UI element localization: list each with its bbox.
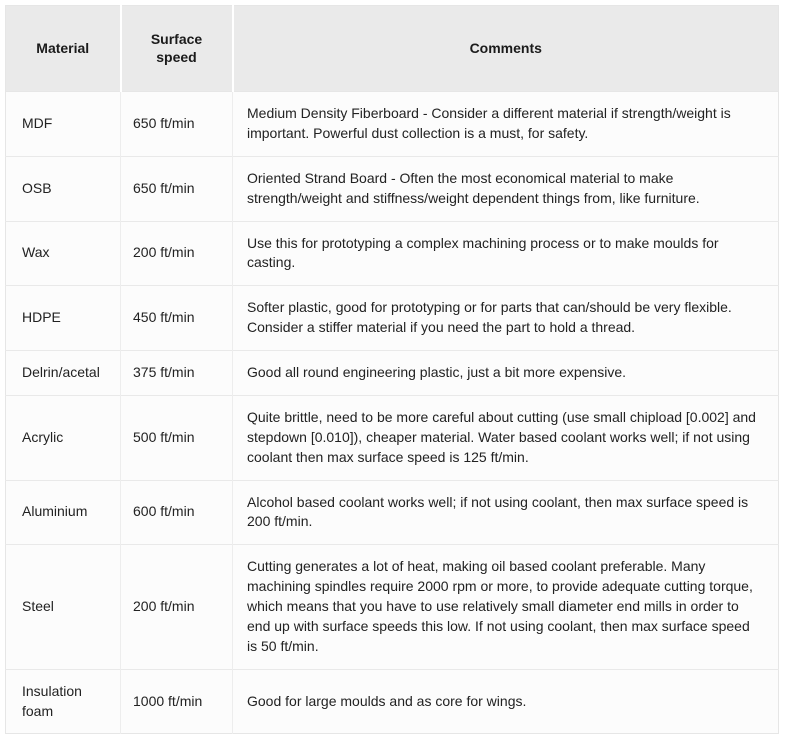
cell-surface-speed: 500 ft/min [120, 394, 233, 480]
column-header-surface-speed-line2: speed [156, 48, 197, 65]
column-header-material: Material [5, 5, 122, 92]
cell-material: MDF [5, 91, 121, 157]
cell-material: HDPE [5, 285, 121, 351]
cell-comments: Oriented Strand Board - Often the most e… [232, 155, 779, 221]
cell-surface-speed: 650 ft/min [120, 155, 233, 221]
table-row: HDPE 450 ft/min Softer plastic, good for… [5, 285, 779, 351]
cell-comments: Medium Density Fiberboard - Consider a d… [232, 91, 779, 157]
cell-material: Delrin/acetal [5, 350, 121, 396]
cell-material: OSB [5, 155, 121, 221]
material-surface-speed-table: Material Surface speed Comments MDF 650 … [5, 5, 779, 734]
cell-material: Insulation foam [5, 668, 121, 734]
cell-material: Wax [5, 220, 121, 286]
cell-comments: Use this for prototyping a complex machi… [232, 220, 779, 286]
column-header-surface-speed-line1: Surface [150, 30, 203, 47]
table-body: MDF 650 ft/min Medium Density Fiberboard… [5, 91, 779, 734]
cell-comments: Cutting generates a lot of heat, making … [232, 544, 779, 670]
cell-surface-speed: 200 ft/min [120, 544, 233, 670]
table-row: OSB 650 ft/min Oriented Strand Board - O… [5, 155, 779, 221]
cell-material: Aluminium [5, 479, 121, 545]
header-row: Material Surface speed Comments [5, 5, 779, 92]
cell-comments: Good for large moulds and as core for wi… [232, 668, 779, 734]
table-header: Material Surface speed Comments [5, 5, 779, 92]
cell-surface-speed: 600 ft/min [120, 479, 233, 545]
table-row: Aluminium 600 ft/min Alcohol based coola… [5, 479, 779, 545]
page-container: Material Surface speed Comments MDF 650 … [0, 0, 790, 734]
cell-surface-speed: 200 ft/min [120, 220, 233, 286]
table-row: Delrin/acetal 375 ft/min Good all round … [5, 350, 779, 396]
table-row: Acrylic 500 ft/min Quite brittle, need t… [5, 394, 779, 480]
cell-surface-speed: 375 ft/min [120, 350, 233, 396]
cell-surface-speed: 450 ft/min [120, 285, 233, 351]
table-row: MDF 650 ft/min Medium Density Fiberboard… [5, 91, 779, 157]
cell-material: Steel [5, 544, 121, 670]
column-header-comments: Comments [232, 5, 779, 92]
cell-comments: Good all round engineering plastic, just… [232, 350, 779, 396]
cell-surface-speed: 1000 ft/min [120, 668, 233, 734]
cell-material: Acrylic [5, 394, 121, 480]
cell-comments: Quite brittle, need to be more careful a… [232, 394, 779, 480]
cell-comments: Softer plastic, good for prototyping or … [232, 285, 779, 351]
table-row: Steel 200 ft/min Cutting generates a lot… [5, 544, 779, 670]
table-row: Wax 200 ft/min Use this for prototyping … [5, 220, 779, 286]
table-row: Insulation foam 1000 ft/min Good for lar… [5, 668, 779, 734]
column-header-surface-speed: Surface speed [120, 5, 234, 92]
cell-surface-speed: 650 ft/min [120, 91, 233, 157]
cell-comments: Alcohol based coolant works well; if not… [232, 479, 779, 545]
